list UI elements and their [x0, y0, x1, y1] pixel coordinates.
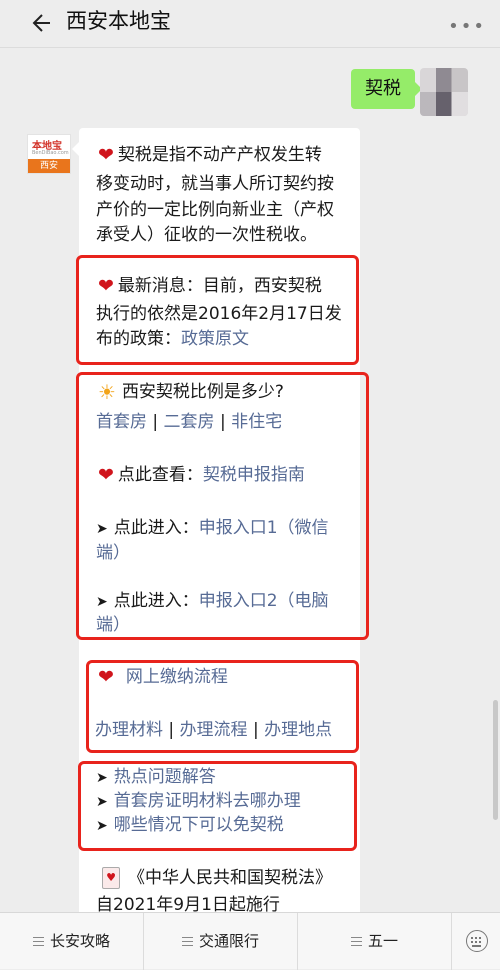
account-avatar[interactable]: 本地宝 BenDiBao.com 西安	[27, 134, 71, 174]
menu-item-changan-guide[interactable]: 长安攻略	[0, 913, 144, 970]
logo-city: 西安	[28, 159, 70, 173]
intro-line: 承受人）征收的一次性税收。	[96, 225, 317, 245]
location-link[interactable]: 办理地点	[264, 720, 332, 740]
sent-message-bubble[interactable]: 契税	[351, 69, 422, 109]
guide-link[interactable]: 契税申报指南	[203, 465, 305, 485]
guide-line: ❤ 点此查看：契税申报指南	[98, 464, 305, 486]
policy-link[interactable]: 政策原文	[181, 329, 249, 349]
process-link[interactable]: 办理流程	[180, 720, 248, 740]
menu-item-traffic[interactable]: 交通限行	[144, 913, 298, 970]
arrow-right-icon: ➤	[96, 770, 108, 786]
entry1-line: ➤ 点此进入：申报入口1（微信	[96, 516, 358, 542]
heart-icon: ❤	[98, 275, 114, 297]
arrow-right-icon: ➤	[96, 594, 108, 610]
ratio-title: ☀ 西安契税比例是多少?	[98, 380, 284, 404]
hot-item: ➤ 哪些情况下可以免契税	[96, 813, 354, 839]
entry1-link[interactable]: 申报入口1（微信	[199, 518, 329, 538]
entry2-line: ➤ 点此进入：申报入口2（电脑	[96, 589, 358, 615]
second-home-link[interactable]: 二套房	[164, 412, 215, 432]
arrow-right-icon: ➤	[96, 818, 108, 834]
heart-icon: ❤	[98, 144, 114, 166]
law-title: ♥ 《中华人民共和国契税法》	[102, 866, 360, 891]
menu-list-icon	[181, 934, 193, 949]
entry2-link-cont[interactable]: 端）	[96, 613, 130, 638]
materials-link[interactable]: 办理材料	[95, 720, 163, 740]
sun-icon: ☀	[98, 380, 116, 404]
menu-list-icon	[32, 934, 44, 949]
non-residential-link[interactable]: 非住宅	[231, 412, 282, 432]
hot-item: ➤ 热点问题解答	[96, 765, 354, 791]
hot-item: ➤ 首套房证明材料去哪办理	[96, 789, 354, 815]
document-icon: ♥	[102, 867, 120, 889]
keyboard-icon[interactable]	[466, 930, 488, 952]
chat-title: 西安本地宝	[66, 9, 171, 33]
scrollbar-thumb[interactable]	[493, 700, 498, 820]
top-bar: 西安本地宝 •••	[0, 0, 500, 48]
heart-icon: ❤	[98, 464, 114, 486]
news-line: 执行的依然是2016年2月17日发	[96, 304, 342, 324]
online-title: ❤ 网上缴纳流程	[98, 666, 228, 688]
heart-icon: ❤	[98, 666, 114, 688]
more-dots-icon[interactable]: •••	[448, 18, 486, 36]
entry1-link-cont[interactable]: 端）	[96, 541, 130, 566]
bottom-menu-bar: 长安攻略 交通限行 五一	[0, 912, 500, 970]
user-avatar[interactable]	[420, 68, 468, 116]
online-links: 办理材料 | 办理流程 | 办理地点	[95, 720, 333, 740]
intro-line: 移变动时，就当事人所订契约按	[96, 174, 334, 194]
ratio-links: 首套房 | 二套房 | 非住宅	[96, 412, 283, 432]
arrow-right-icon: ➤	[96, 794, 108, 810]
menu-item-may-day[interactable]: 五一	[298, 913, 452, 970]
arrow-left-icon[interactable]	[30, 10, 56, 36]
news-line: 布的政策：政策原文	[96, 329, 249, 349]
first-home-link[interactable]: 首套房	[96, 412, 147, 432]
entry2-link[interactable]: 申报入口2（电脑	[199, 591, 329, 611]
menu-list-icon	[350, 934, 362, 949]
intro-line: ❤ 契税是指不动产产权发生转	[98, 144, 322, 166]
intro-line: 产价的一定比例向新业主（产权	[96, 200, 334, 220]
news-line: ❤ 最新消息：目前，西安契税	[98, 275, 322, 297]
logo-subtext: BenDiBao.com	[32, 150, 69, 156]
arrow-right-icon: ➤	[96, 521, 108, 537]
